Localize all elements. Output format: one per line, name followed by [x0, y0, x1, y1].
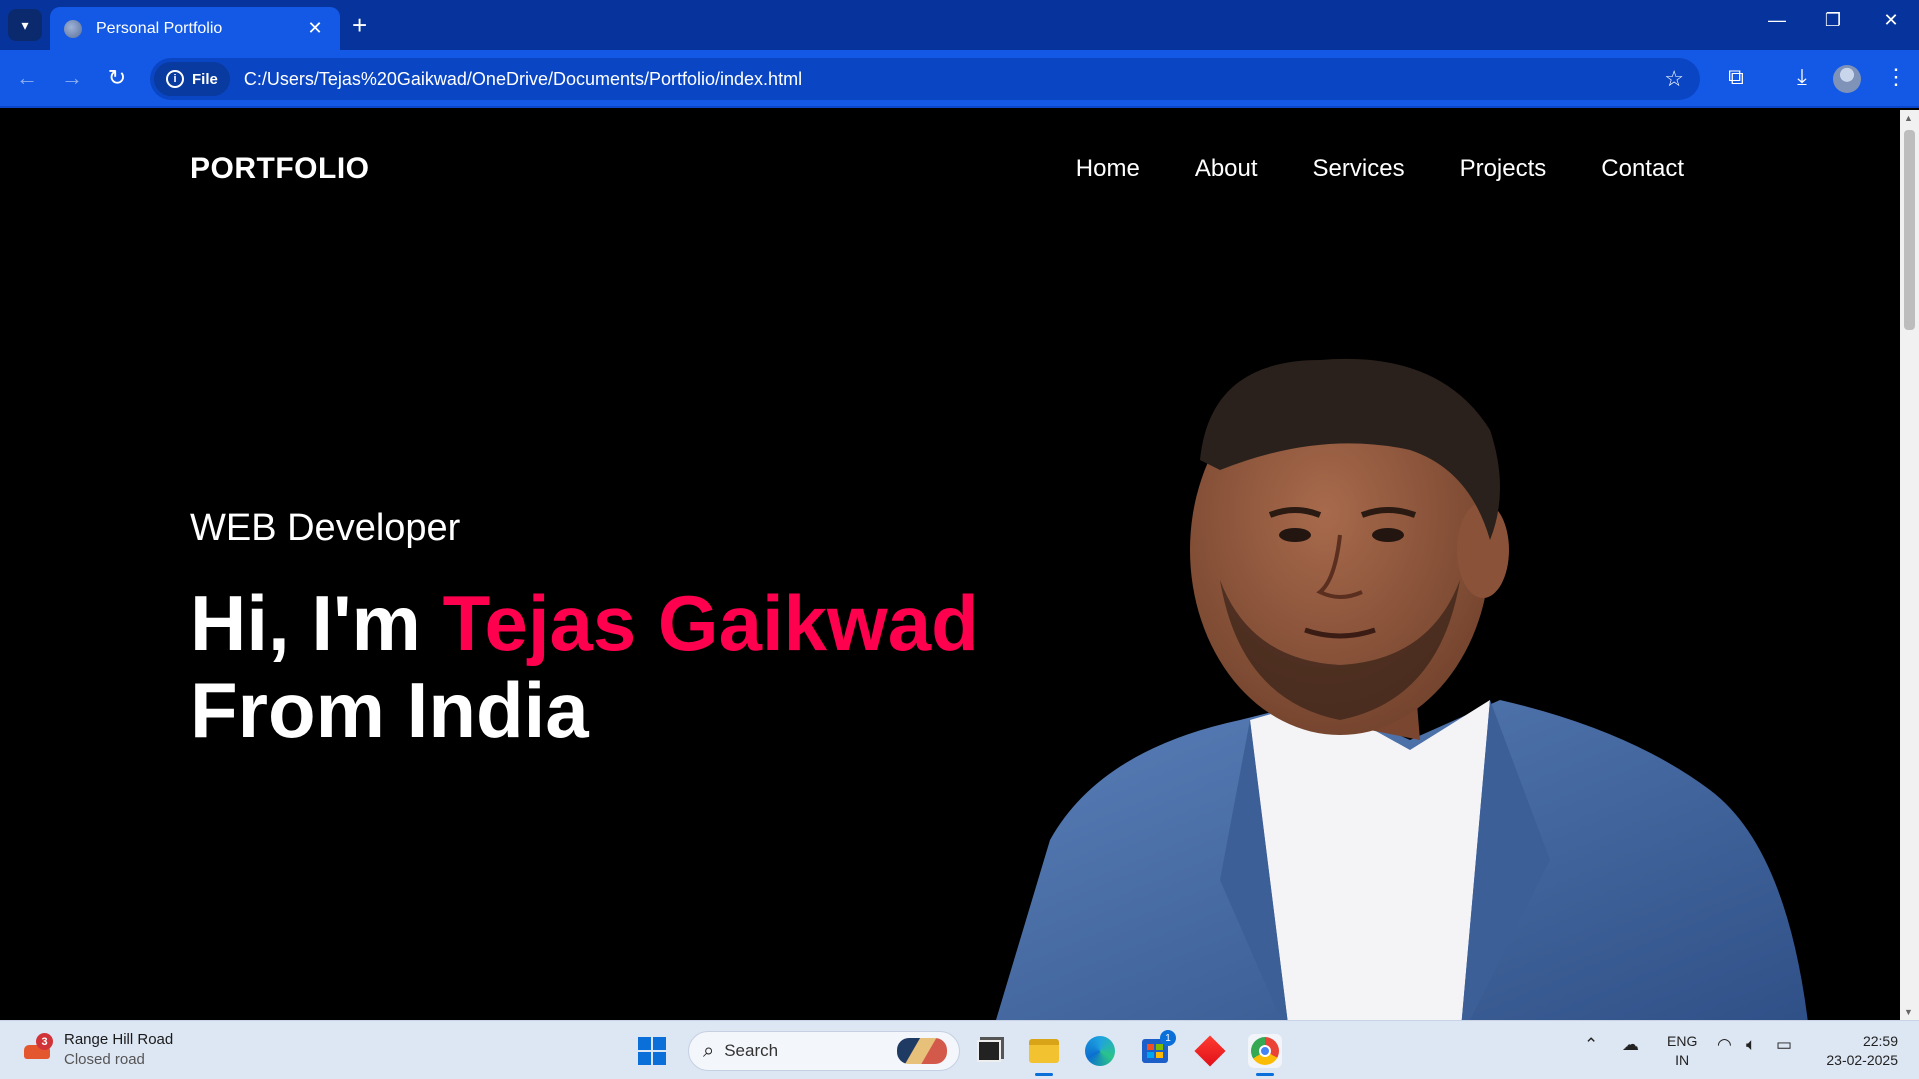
site-chip-label: File — [192, 70, 218, 88]
bookmark-star-icon[interactable]: ☆ — [1664, 66, 1684, 92]
clock[interactable]: 22:59 23-02-2025 — [1818, 1032, 1898, 1070]
nav-home[interactable]: Home — [1076, 155, 1140, 183]
clock-time: 22:59 — [1862, 1033, 1898, 1049]
reload-button[interactable]: ↻ — [102, 64, 132, 92]
search-icon: ⌕ — [703, 1039, 715, 1062]
weather-subtitle: Closed road — [64, 1051, 145, 1068]
site-info-chip[interactable]: i File — [154, 62, 230, 96]
hero-greeting: Hi, I'm — [190, 579, 443, 667]
microsoft-store-icon[interactable]: 1 — [1138, 1030, 1176, 1068]
task-view-icon[interactable] — [972, 1034, 1006, 1068]
start-button[interactable] — [638, 1037, 666, 1065]
volume-icon[interactable]: 🔈︎ — [1746, 1035, 1756, 1055]
arrow-left-icon: ← — [16, 65, 38, 90]
hero-role: WEB Developer — [190, 507, 461, 549]
tab-search-button[interactable]: ▾ — [8, 9, 42, 41]
search-label: Search — [724, 1041, 779, 1060]
weather-title: Range Hill Road — [64, 1031, 174, 1048]
new-tab-button[interactable]: + — [352, 12, 367, 38]
browser-tab-strip: ▾ Personal Portfolio ✕ + — ❐ ✕ — [0, 0, 1919, 50]
hero-name: Tejas Gaikwad — [442, 579, 979, 667]
scroll-down-icon[interactable]: ▼ — [1904, 1007, 1913, 1017]
page-viewport: PORTFOLIO Home About Services Projects C… — [0, 110, 1900, 1020]
app-diamond-icon[interactable] — [1193, 1034, 1227, 1068]
site-logo[interactable]: PORTFOLIO — [190, 152, 370, 186]
chevron-down-icon: ▾ — [21, 16, 29, 33]
arrow-right-icon: → — [61, 65, 83, 90]
profile-photo — [996, 358, 1808, 1020]
language-indicator[interactable]: ENG IN — [1667, 1032, 1697, 1070]
language-region: IN — [1675, 1052, 1690, 1068]
tab-close-button[interactable]: ✕ — [304, 18, 326, 39]
battery-icon[interactable]: ▭ — [1776, 1035, 1792, 1055]
extensions-icon[interactable]: ⧉ — [1720, 64, 1752, 90]
forward-button[interactable]: → — [57, 64, 87, 92]
url-text[interactable]: C:/Users/Tejas%20Gaikwad/OneDrive/Docume… — [244, 69, 1664, 90]
profile-avatar[interactable] — [1833, 65, 1861, 93]
info-icon: i — [166, 70, 184, 88]
tab-title: Personal Portfolio — [96, 19, 223, 37]
scrollbar-thumb[interactable] — [1904, 130, 1915, 330]
menu-kebab-icon[interactable]: ⋮ — [1880, 64, 1912, 90]
hero-origin: From India — [190, 666, 589, 754]
browser-toolbar: ← → ↻ i File C:/Users/Tejas%20Gaikwad/On… — [0, 50, 1919, 108]
onedrive-cloud-icon[interactable]: ☁ — [1622, 1035, 1639, 1055]
wifi-icon[interactable]: ◠ — [1717, 1035, 1732, 1055]
back-button[interactable]: ← — [12, 64, 42, 92]
scroll-up-icon[interactable]: ▲ — [1904, 113, 1913, 123]
globe-icon — [64, 19, 82, 38]
hero-heading: Hi, I'm Tejas Gaikwad From India — [190, 580, 979, 754]
traffic-badge: 3 — [36, 1033, 53, 1050]
traffic-icon: 3 — [22, 1033, 53, 1065]
language-code: ENG — [1667, 1033, 1698, 1049]
close-window-button[interactable]: ✕ — [1871, 10, 1911, 31]
main-nav: Home About Services Projects Contact — [1076, 155, 1684, 183]
taskbar: 3 Range Hill Road Closed road ⌕ Search 1 — [0, 1020, 1919, 1079]
minimize-button[interactable]: — — [1757, 10, 1797, 31]
page-scrollbar[interactable]: ▲ ▼ — [1900, 110, 1919, 1020]
nav-contact[interactable]: Contact — [1601, 155, 1684, 183]
chevron-up-icon[interactable]: ⌃ — [1584, 1035, 1598, 1055]
restore-button[interactable]: ❐ — [1813, 10, 1853, 31]
weather-widget[interactable]: 3 Range Hill Road Closed road — [22, 1030, 173, 1070]
taskbar-search[interactable]: ⌕ Search — [688, 1031, 960, 1071]
download-icon[interactable]: ⤓ — [1786, 64, 1818, 90]
file-explorer-icon[interactable] — [1027, 1034, 1061, 1076]
search-highlight-image — [897, 1038, 947, 1064]
nav-projects[interactable]: Projects — [1460, 155, 1547, 183]
address-bar[interactable]: i File C:/Users/Tejas%20Gaikwad/OneDrive… — [150, 58, 1700, 100]
edge-icon[interactable] — [1083, 1034, 1117, 1068]
store-badge: 1 — [1160, 1030, 1176, 1046]
chrome-icon[interactable] — [1248, 1034, 1282, 1076]
browser-tab[interactable]: Personal Portfolio ✕ — [50, 7, 340, 50]
clock-date: 23-02-2025 — [1826, 1052, 1898, 1068]
reload-icon: ↻ — [107, 65, 127, 90]
nav-about[interactable]: About — [1195, 155, 1258, 183]
nav-services[interactable]: Services — [1313, 155, 1405, 183]
